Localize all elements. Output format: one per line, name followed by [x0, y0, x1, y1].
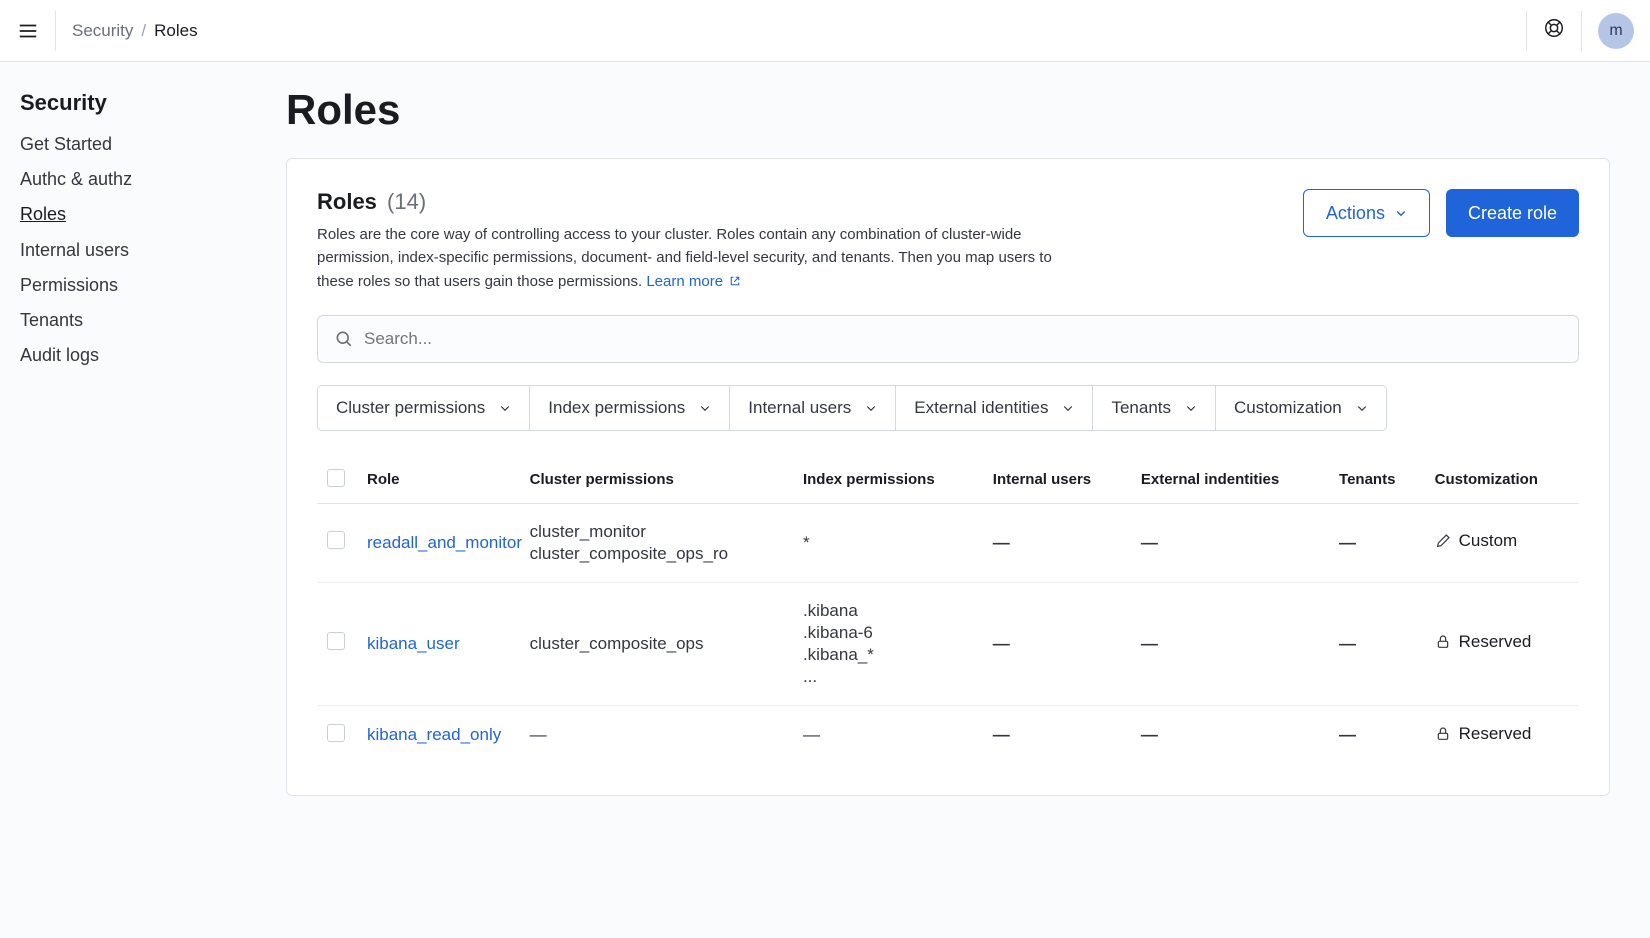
- roles-panel: Roles (14) Roles are the core way of con…: [286, 158, 1610, 796]
- sidebar-item[interactable]: Audit logs: [20, 345, 99, 365]
- chevron-down-icon: [1062, 402, 1074, 414]
- filter-button[interactable]: Cluster permissions: [317, 385, 530, 431]
- chevron-down-icon: [1395, 207, 1407, 219]
- panel-title: Roles (14): [317, 189, 426, 215]
- search-icon: [334, 329, 354, 349]
- filter-button[interactable]: Internal users: [729, 385, 896, 431]
- sidebar-item[interactable]: Roles: [20, 204, 66, 224]
- lock-icon: [1435, 634, 1451, 650]
- sidebar-heading: Security: [20, 90, 246, 116]
- cluster-perms: cluster_monitorcluster_composite_ops_ro: [530, 522, 783, 564]
- create-role-button[interactable]: Create role: [1446, 189, 1579, 237]
- index-perms: —: [803, 725, 973, 745]
- filter-button[interactable]: External identities: [895, 385, 1093, 431]
- pencil-icon: [1435, 533, 1451, 549]
- col-custom: Customization: [1425, 459, 1579, 504]
- row-checkbox[interactable]: [327, 531, 345, 549]
- sidebar-item[interactable]: Authc & authz: [20, 169, 132, 189]
- col-tenants: Tenants: [1329, 459, 1425, 504]
- tenants-cell: —: [1339, 533, 1356, 552]
- select-all-checkbox[interactable]: [327, 469, 345, 487]
- breadcrumb-separator: /: [141, 21, 146, 41]
- role-link[interactable]: kibana_read_only: [367, 725, 501, 744]
- role-link[interactable]: readall_and_monitor: [367, 533, 522, 552]
- filter-button[interactable]: Customization: [1215, 385, 1387, 431]
- customization-cell: Reserved: [1435, 724, 1532, 744]
- customization-cell: Custom: [1435, 531, 1518, 551]
- sidebar-item[interactable]: Get Started: [20, 134, 112, 154]
- chevron-down-icon: [499, 402, 511, 414]
- breadcrumb-current: Roles: [154, 21, 197, 41]
- top-header: Security / Roles m: [0, 0, 1650, 62]
- filter-button[interactable]: Index permissions: [529, 385, 730, 431]
- breadcrumb: Security / Roles: [72, 21, 198, 41]
- sidebar-item[interactable]: Internal users: [20, 240, 129, 260]
- help-button[interactable]: [1543, 17, 1565, 44]
- user-avatar[interactable]: m: [1598, 13, 1634, 49]
- external-ids-cell: —: [1141, 634, 1158, 653]
- filter-bar: Cluster permissionsIndex permissionsInte…: [317, 385, 1579, 431]
- search-input[interactable]: [364, 329, 1562, 349]
- panel-actions: Actions Create role: [1303, 189, 1579, 293]
- col-index: Index permissions: [793, 459, 983, 504]
- sidebar-item[interactable]: Permissions: [20, 275, 118, 295]
- header-divider: [1581, 11, 1582, 51]
- panel-count: (14): [387, 189, 426, 214]
- external-link-icon: [729, 275, 741, 287]
- tenants-cell: —: [1339, 725, 1356, 744]
- search-container: [317, 315, 1579, 363]
- internal-users-cell: —: [993, 533, 1010, 552]
- role-link[interactable]: kibana_user: [367, 634, 460, 653]
- index-perms: .kibana.kibana-6.kibana_*...: [803, 601, 973, 687]
- roles-table: Role Cluster permissions Index permissio…: [317, 459, 1579, 765]
- index-perms: *: [803, 533, 973, 553]
- panel-header: Roles (14) Roles are the core way of con…: [317, 189, 1579, 293]
- actions-button[interactable]: Actions: [1303, 189, 1430, 237]
- external-ids-cell: —: [1141, 533, 1158, 552]
- row-checkbox[interactable]: [327, 724, 345, 742]
- learn-more-link[interactable]: Learn more: [646, 273, 741, 290]
- col-cluster: Cluster permissions: [520, 459, 793, 504]
- filter-button[interactable]: Tenants: [1092, 385, 1216, 431]
- chevron-down-icon: [865, 402, 877, 414]
- lifebuoy-icon: [1543, 17, 1565, 39]
- chevron-down-icon: [699, 402, 711, 414]
- table-row: kibana_read_only — — — — — Reserved: [317, 705, 1579, 765]
- main-content: Roles Roles (14) Roles are the core way …: [266, 62, 1650, 836]
- panel-description: Roles are the core way of controlling ac…: [317, 223, 1077, 293]
- internal-users-cell: —: [993, 634, 1010, 653]
- row-checkbox[interactable]: [327, 632, 345, 650]
- col-role: Role: [357, 459, 520, 504]
- table-row: kibana_user cluster_composite_ops .kibana.…: [317, 582, 1579, 705]
- header-right: m: [1526, 11, 1634, 51]
- breadcrumb-security[interactable]: Security: [72, 21, 133, 41]
- lock-icon: [1435, 726, 1451, 742]
- col-external: External indentities: [1131, 459, 1329, 504]
- table-row: readall_and_monitor cluster_monitorcluste…: [317, 503, 1579, 582]
- col-internal: Internal users: [983, 459, 1131, 504]
- header-divider: [1526, 11, 1527, 51]
- external-ids-cell: —: [1141, 725, 1158, 744]
- sidebar-item[interactable]: Tenants: [20, 310, 83, 330]
- page-title: Roles: [286, 86, 1610, 134]
- customization-cell: Reserved: [1435, 632, 1532, 652]
- sidebar: Security Get Started Authc & authz Roles In…: [0, 62, 266, 836]
- tenants-cell: —: [1339, 634, 1356, 653]
- cluster-perms: —: [530, 725, 783, 745]
- chevron-down-icon: [1185, 402, 1197, 414]
- internal-users-cell: —: [993, 725, 1010, 744]
- menu-button[interactable]: [16, 11, 56, 51]
- chevron-down-icon: [1356, 402, 1368, 414]
- hamburger-icon: [17, 20, 39, 42]
- cluster-perms: cluster_composite_ops: [530, 634, 783, 654]
